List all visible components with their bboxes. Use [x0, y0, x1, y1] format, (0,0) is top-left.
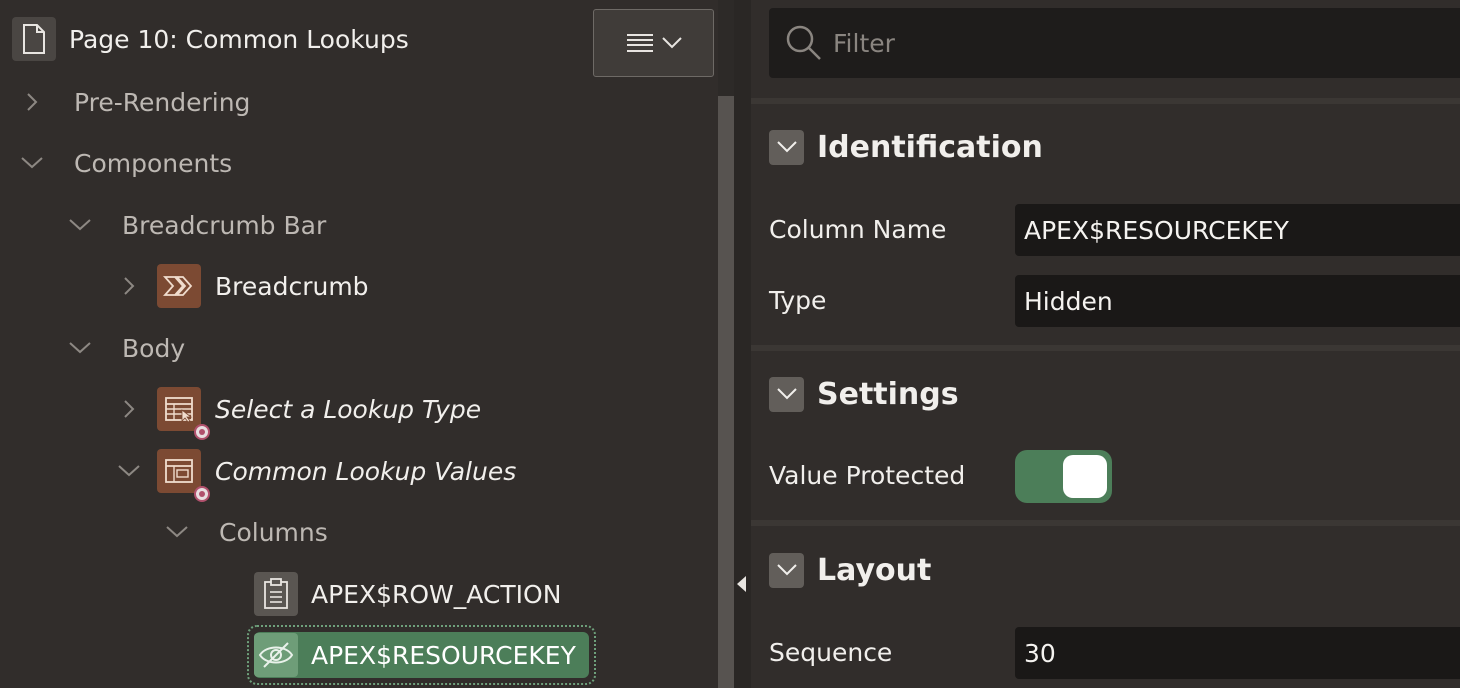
tree-label: Breadcrumb Bar — [122, 210, 327, 240]
section-divider — [751, 520, 1460, 526]
section-layout-header[interactable]: Layout — [769, 545, 931, 595]
chevron-down-icon — [776, 388, 797, 400]
condition-badge-icon — [194, 424, 210, 440]
tree-node-common-lookup-values[interactable]: Common Lookup Values — [117, 443, 517, 502]
page-title: Page 10: Common Lookups — [69, 24, 409, 54]
clipboard-icon — [254, 572, 298, 616]
collapse-section-button[interactable] — [769, 552, 804, 588]
filter-placeholder: Filter — [833, 28, 895, 58]
page-icon — [12, 17, 56, 61]
search-icon — [786, 25, 821, 60]
hidden-eye-icon — [254, 633, 298, 677]
section-title: Identification — [817, 129, 1043, 165]
tree-label: APEX$ROW_ACTION — [311, 579, 562, 609]
chevron-down-icon[interactable] — [68, 336, 92, 360]
tree-node-resourcekey[interactable]: APEX$RESOURCEKEY — [254, 627, 576, 683]
type-select[interactable]: Hidden — [1015, 275, 1460, 327]
tree-node-breadcrumb[interactable]: Breadcrumb — [117, 258, 369, 314]
collapse-section-button[interactable] — [769, 129, 804, 165]
tree-label: Components — [74, 148, 233, 178]
section-title: Layout — [817, 552, 932, 588]
section-divider — [751, 98, 1460, 104]
chevron-down-icon — [661, 37, 682, 49]
tree-label: Columns — [219, 517, 328, 547]
column-name-field[interactable]: APEX$RESOURCEKEY — [1015, 204, 1460, 256]
tree-node-select-lookup-type[interactable]: Select a Lookup Type — [117, 381, 482, 440]
tree-label: Pre-Rendering — [74, 87, 251, 117]
filter-input[interactable]: Filter — [769, 8, 1460, 78]
sequence-label: Sequence — [769, 638, 893, 667]
tree-label: Breadcrumb — [215, 271, 369, 301]
sequence-field[interactable]: 30 — [1015, 627, 1460, 679]
chevron-down-icon[interactable] — [68, 213, 92, 237]
tree-menu-button[interactable] — [593, 9, 714, 77]
section-divider — [751, 345, 1460, 351]
column-name-label: Column Name — [769, 215, 947, 244]
chevron-down-icon — [776, 141, 797, 153]
tree-label: Body — [122, 333, 186, 363]
chevron-down-icon — [776, 564, 797, 576]
tree-node-pre-rendering[interactable]: Pre-Rendering — [20, 74, 250, 130]
value-protected-label: Value Protected — [769, 461, 966, 490]
interactive-grid-icon — [157, 449, 210, 502]
list-menu-icon — [626, 34, 653, 52]
tree-node-columns[interactable]: Columns — [165, 504, 328, 560]
section-settings-header[interactable]: Settings — [769, 369, 959, 419]
condition-badge-icon — [194, 486, 210, 502]
toggle-knob — [1063, 455, 1107, 498]
breadcrumb-icon — [157, 264, 201, 308]
chevron-down-icon[interactable] — [117, 459, 141, 483]
tree-node-components[interactable]: Components — [20, 135, 232, 191]
report-region-icon — [157, 387, 210, 440]
tree-label: Select a Lookup Type — [215, 394, 482, 424]
tree-scrollbar-thumb[interactable] — [718, 96, 734, 688]
chevron-down-icon[interactable] — [20, 151, 44, 175]
type-label: Type — [769, 286, 827, 315]
tree-node-row-action[interactable]: APEX$ROW_ACTION — [254, 566, 561, 622]
tree-label: Common Lookup Values — [215, 456, 517, 486]
chevron-down-icon[interactable] — [165, 520, 189, 544]
section-identification-header[interactable]: Identification — [769, 122, 1043, 172]
chevron-right-icon[interactable] — [117, 274, 141, 298]
collapse-left-icon[interactable] — [737, 576, 746, 592]
chevron-right-icon[interactable] — [117, 397, 141, 421]
tree-node-breadcrumb-bar[interactable]: Breadcrumb Bar — [68, 197, 326, 253]
tree-node-body[interactable]: Body — [68, 320, 185, 376]
page-header: Page 10: Common Lookups — [12, 15, 409, 63]
collapse-section-button[interactable] — [769, 376, 804, 412]
tree-label: APEX$RESOURCEKEY — [311, 640, 576, 670]
chevron-right-icon[interactable] — [20, 90, 44, 114]
section-title: Settings — [817, 376, 959, 412]
